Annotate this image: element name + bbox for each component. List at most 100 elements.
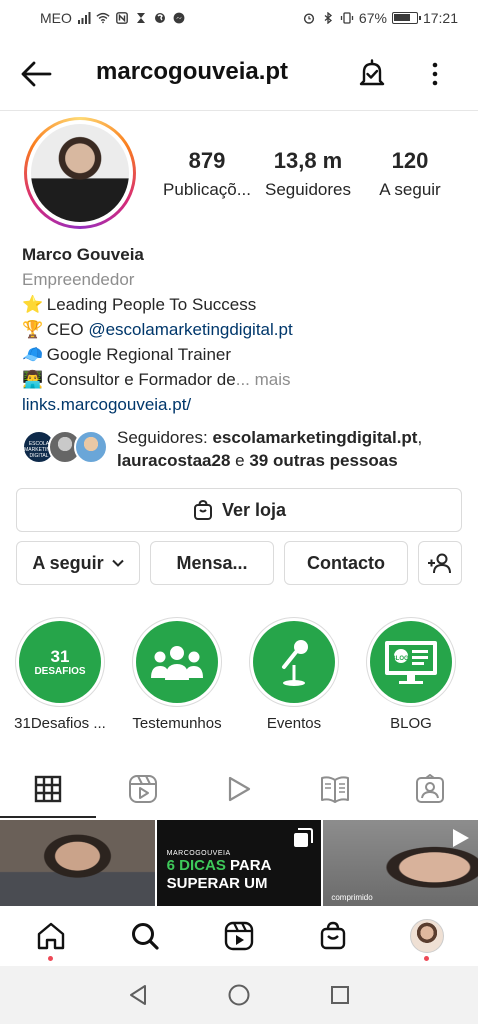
- system-recents-icon[interactable]: [329, 984, 351, 1006]
- stat-followers-count: 13,8 m: [273, 148, 343, 173]
- profile-name: Marco Gouveia: [22, 245, 144, 264]
- nav-search[interactable]: [115, 906, 175, 966]
- stat-posts-count: 879: [188, 148, 226, 173]
- header-divider: [0, 110, 478, 111]
- post-brand-text: MARCOGOUVEIA: [166, 850, 231, 857]
- shop-bag-icon: [193, 499, 212, 520]
- nav-reels[interactable]: [209, 906, 269, 966]
- view-shop-button[interactable]: Ver loja: [16, 488, 462, 532]
- monitor-blog-icon: [385, 641, 437, 684]
- contact-label: Contacto: [307, 552, 385, 573]
- profile-avatar: [410, 919, 444, 953]
- notification-bell-icon[interactable]: [356, 58, 388, 90]
- grid-icon: [34, 775, 61, 803]
- bio-line-4-text: Consultor e Formador de: [46, 370, 236, 389]
- highlight-eventos[interactable]: Eventos: [239, 617, 349, 732]
- highlight-ring: 31 DESAFIOS: [15, 617, 105, 707]
- mutual-sep: ,: [417, 428, 423, 447]
- bottom-navigation: [0, 906, 478, 966]
- bio-external-link[interactable]: links.marcogouveia.pt/: [22, 392, 462, 417]
- tab-tagged[interactable]: [382, 760, 478, 818]
- tab-videos[interactable]: [191, 760, 287, 818]
- highlight-cover: [136, 621, 218, 703]
- battery-icon: [391, 12, 421, 24]
- contact-button[interactable]: Contacto: [284, 541, 408, 585]
- bio-line-1-text: Leading People To Success: [46, 295, 257, 314]
- avatar-inner: [27, 120, 133, 226]
- tab-guides[interactable]: [287, 760, 383, 818]
- alarm-icon: [303, 13, 315, 24]
- bio-line-3: 🧢 Google Regional Trainer: [22, 342, 462, 367]
- highlight-cover: [253, 621, 335, 703]
- bio-line-3-text: Google Regional Trainer: [46, 345, 232, 364]
- reels-icon: [224, 921, 254, 951]
- profile-username-title: marcogouveia.pt: [96, 58, 289, 85]
- highlight-ring: BLOG: [366, 617, 456, 707]
- stat-followers[interactable]: 13,8 m Seguidores: [260, 148, 356, 200]
- stat-following-count: 120: [391, 148, 429, 173]
- stat-posts[interactable]: 879 Publicaçõ...: [158, 148, 256, 200]
- bio-mention-link[interactable]: @escolamarketingdigital.pt: [88, 320, 292, 339]
- post-tile[interactable]: [0, 820, 155, 906]
- video-play-icon: [453, 829, 470, 847]
- highlight-label: 31Desafios ...: [14, 715, 106, 732]
- post-tile[interactable]: MARCOGOUVEIA 6 DICAS PARA SUPERAR UM: [156, 820, 322, 906]
- vibrate-icon: [340, 12, 354, 24]
- stat-followers-label: Seguidores: [264, 180, 351, 199]
- highlight-blog[interactable]: BLOG BLOG: [356, 617, 466, 732]
- reels-icon: [129, 775, 158, 803]
- tab-reels[interactable]: [96, 760, 192, 818]
- post-tile[interactable]: comprimido: [323, 820, 478, 906]
- signal-icon: [77, 12, 91, 24]
- message-button[interactable]: Mensa...: [150, 541, 274, 585]
- following-button[interactable]: A seguir: [16, 541, 140, 585]
- mutual-follower-avatar: [74, 430, 108, 464]
- add-user-icon: [428, 553, 451, 574]
- notification-dot: [424, 956, 429, 961]
- chevron-down-icon: [111, 559, 124, 567]
- notification-dot: [48, 956, 53, 961]
- profile-category: Empreendedor: [22, 270, 135, 289]
- blog-cover-text: BLOG: [391, 656, 409, 662]
- app-icon: [154, 13, 165, 23]
- tagged-user-icon: [416, 774, 445, 803]
- stat-following[interactable]: 120 A seguir: [370, 148, 450, 200]
- group-people-icon: [151, 646, 203, 680]
- nav-profile[interactable]: [397, 906, 457, 966]
- post-headline-line2: SUPERAR UM: [166, 875, 268, 892]
- profile-bio: Marco Gouveia Empreendedor ⭐ Leading Peo…: [22, 242, 462, 417]
- status-bar: MEO 67% 17:21: [0, 0, 478, 36]
- more-options-icon[interactable]: [424, 60, 446, 88]
- nav-home[interactable]: [21, 906, 81, 966]
- star-emoji-icon: ⭐: [22, 295, 44, 314]
- nav-shop[interactable]: [303, 906, 363, 966]
- tab-grid[interactable]: [0, 760, 96, 818]
- highlight-31desafios[interactable]: 31 DESAFIOS 31Desafios ...: [5, 617, 115, 732]
- battery-percent: 67%: [358, 10, 387, 26]
- status-right: 67% 17:21: [302, 10, 458, 26]
- following-label: A seguir: [32, 552, 104, 573]
- stat-following-label: A seguir: [379, 180, 441, 199]
- highlight-label: Testemunhos: [132, 715, 222, 732]
- system-home-icon[interactable]: [227, 983, 251, 1007]
- bio-ellipsis: ...: [235, 370, 250, 389]
- guide-book-icon: [320, 776, 349, 803]
- system-back-icon[interactable]: [127, 984, 149, 1006]
- search-icon: [132, 923, 159, 950]
- mutual-followers[interactable]: ESCOLA MARKETING DIGITAL Seguidores: esc…: [22, 426, 462, 474]
- highlight-testemunhos[interactable]: Testemunhos: [122, 617, 232, 732]
- profile-avatar[interactable]: [24, 117, 136, 229]
- highlight-ring: [249, 617, 339, 707]
- bio-more-link[interactable]: mais: [255, 370, 291, 389]
- messenger-icon: [173, 12, 185, 24]
- back-arrow-icon[interactable]: [20, 60, 52, 88]
- view-shop-label: Ver loja: [221, 499, 287, 520]
- bluetooth-icon: [324, 12, 332, 24]
- mutual-others: 39 outras pessoas: [249, 451, 398, 470]
- highlight-cover: 31 DESAFIOS: [19, 621, 101, 703]
- clock: 17:21: [422, 10, 458, 26]
- mutual-user-2: lauracostaa28: [117, 451, 231, 470]
- suggested-users-button[interactable]: [418, 541, 462, 585]
- wifi-icon: [96, 12, 110, 24]
- hourglass-icon: [136, 13, 145, 23]
